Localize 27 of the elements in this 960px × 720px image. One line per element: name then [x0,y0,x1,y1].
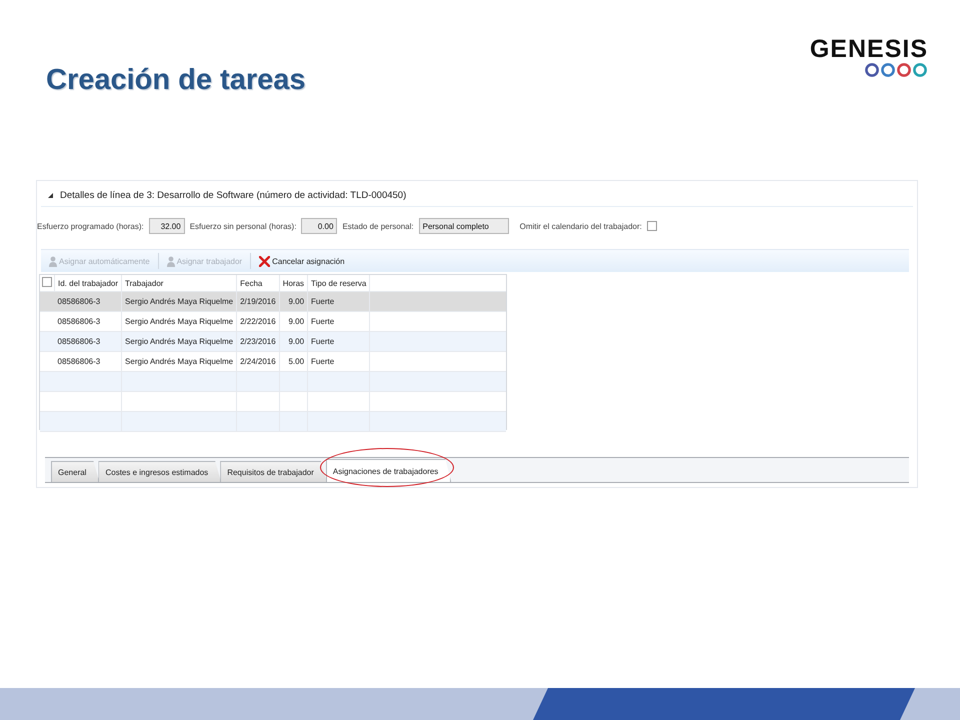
column-header[interactable]: Horas [279,275,308,292]
column-header[interactable]: Trabajador [122,275,237,292]
select-all-checkbox[interactable] [42,277,52,287]
person-icon [166,256,175,266]
field-label: Estado de personal: [342,222,414,230]
logo-text: GENESIS [810,36,928,62]
person-icon [49,256,57,266]
tab[interactable]: Costes e ingresos estimados [98,461,222,482]
field-label: Esfuerzo sin personal (horas): [190,222,296,230]
collapse-arrow-icon[interactable] [47,192,54,198]
input-field[interactable]: 0.00 [301,218,338,234]
tab[interactable]: General [51,461,100,482]
tab[interactable]: Requisitos de trabajador [220,461,327,482]
slide-title: Creación de tareas [46,64,306,98]
input-field[interactable]: Personal completo [418,218,509,234]
input-field[interactable]: 32.00 [148,218,185,234]
rings-icon [864,62,928,78]
toolbar-button[interactable]: Cancelar asignación [255,252,349,270]
section-title: Detalles de línea de 3: Desarrollo de Software (número de actividad: TLD-000450) [60,190,406,200]
field-label: Esfuerzo programado (horas): [37,222,144,230]
checkbox[interactable] [646,221,657,231]
column-header[interactable]: Tipo de reserva [308,275,370,292]
cross-icon [259,256,270,266]
column-header[interactable]: Fecha [236,275,280,292]
column-header[interactable]: Id. del trabajador [54,275,122,292]
field-label: Omitir el calendario del trabajador: [520,222,642,230]
tab[interactable]: Asignaciones de trabajadores [326,459,452,482]
